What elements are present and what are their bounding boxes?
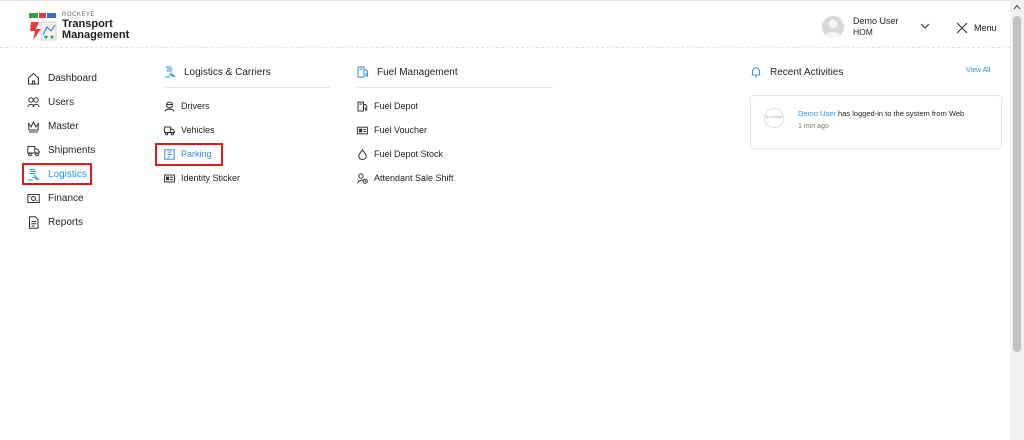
- sidebar-item-label: Master: [48, 120, 79, 132]
- drop-icon: [358, 148, 367, 160]
- id-card-icon: [164, 174, 175, 182]
- logistics-carriers-title: Logistics & Carriers: [164, 65, 271, 79]
- menu-item-fuel-depot[interactable]: Fuel Depot: [357, 99, 418, 113]
- attendant-icon: [357, 172, 368, 184]
- sidebar-item-label: Reports: [48, 216, 84, 228]
- menu-item-label: Vehicles: [181, 125, 215, 135]
- menu-item-drivers[interactable]: Drivers: [164, 99, 210, 113]
- app-header: ROCKEYE Transport Management Demo User H…: [0, 2, 1010, 48]
- activity-user-link[interactable]: Demo User: [798, 109, 836, 118]
- fuel-pump-icon: [357, 66, 368, 78]
- logistics-icon: [165, 66, 176, 78]
- menu-item-label: Fuel Depot Stock: [374, 149, 444, 159]
- menu-item-label: Fuel Depot: [374, 101, 419, 111]
- voucher-icon: [357, 126, 368, 134]
- user-avatar[interactable]: [822, 16, 844, 38]
- users-icon: [27, 96, 40, 107]
- fuel-management-title: Fuel Management: [357, 65, 458, 79]
- activity-card: No Image Demo User has logged-in to the …: [750, 95, 1002, 149]
- recent-activities-title: Recent Activities: [750, 65, 843, 79]
- activity-message: has logged-in to the system from Web: [835, 109, 965, 118]
- activity-time: 1 min ago: [798, 123, 829, 130]
- driver-icon: [164, 101, 175, 112]
- menu-item-label: Identity Sticker: [181, 173, 241, 183]
- bell-icon: [751, 67, 761, 78]
- sidebar-item-dashboard[interactable]: Dashboard: [27, 70, 97, 86]
- user-name[interactable]: Demo User: [853, 16, 899, 27]
- user-role: HOM: [853, 27, 873, 37]
- truck-icon: [27, 145, 40, 156]
- parking-highlight-box: [155, 143, 223, 166]
- logistics-carriers-label: Logistics & Carriers: [184, 66, 271, 78]
- activity-text: Demo User has logged-in to the system fr…: [798, 109, 964, 118]
- fuel-pump-icon: [357, 101, 368, 111]
- sidebar-item-master[interactable]: Master: [27, 118, 79, 134]
- menu-item-identity-sticker[interactable]: Identity Sticker: [164, 171, 240, 185]
- rockeye-logo[interactable]: [28, 13, 58, 41]
- menu-label: Menu: [974, 23, 997, 33]
- sidebar-item-label: Users: [48, 96, 75, 108]
- page-scrollbar[interactable]: [1010, 0, 1024, 440]
- menu-item-fuel-voucher[interactable]: Fuel Voucher: [357, 123, 427, 137]
- fuel-management-label: Fuel Management: [377, 66, 458, 78]
- truck-icon: [164, 126, 175, 135]
- sidebar-item-label: Dashboard: [48, 72, 97, 84]
- menu-item-vehicles[interactable]: Vehicles: [164, 123, 215, 137]
- sidebar-item-reports[interactable]: Reports: [27, 214, 83, 230]
- menu-button[interactable]: Menu: [956, 21, 997, 35]
- sidebar-item-label: Shipments: [48, 144, 96, 156]
- finance-icon: [27, 193, 40, 203]
- brand-line-2: Management: [62, 29, 130, 41]
- menu-item-label: Attendant Sale Shift: [374, 173, 454, 183]
- scroll-up-button[interactable]: [1010, 0, 1024, 14]
- logistics-divider: [164, 87, 330, 88]
- sidebar-item-users[interactable]: Users: [27, 94, 74, 110]
- sidebar-item-finance[interactable]: Finance: [27, 190, 84, 206]
- crown-icon: [28, 120, 39, 132]
- close-icon: [956, 22, 968, 34]
- sidebar: Dashboard Users Master Shipments Logisti…: [0, 50, 146, 440]
- top-border: [0, 0, 1010, 1]
- logistics-highlight-box: [22, 163, 92, 185]
- home-icon: [28, 72, 39, 84]
- sidebar-item-shipments[interactable]: Shipments: [27, 142, 95, 158]
- menu-item-fuel-depot-stock[interactable]: Fuel Depot Stock: [357, 147, 443, 161]
- document-icon: [29, 215, 39, 229]
- scrollbar-thumb[interactable]: [1013, 16, 1021, 352]
- view-all-link[interactable]: View All: [966, 67, 990, 74]
- brand-name: ROCKEYE Transport Management: [62, 12, 129, 41]
- menu-item-attendant-sale-shift[interactable]: Attendant Sale Shift: [357, 171, 454, 185]
- chevron-up-icon: [1013, 4, 1021, 10]
- chevron-down-icon[interactable]: [920, 22, 930, 30]
- no-image-avatar: No Image: [764, 108, 784, 128]
- menu-item-label: Fuel Voucher: [374, 125, 428, 135]
- menu-item-label: Drivers: [181, 101, 210, 111]
- recent-activities-label: Recent Activities: [770, 66, 844, 78]
- sidebar-item-label: Finance: [48, 192, 84, 204]
- fuel-divider: [357, 87, 553, 88]
